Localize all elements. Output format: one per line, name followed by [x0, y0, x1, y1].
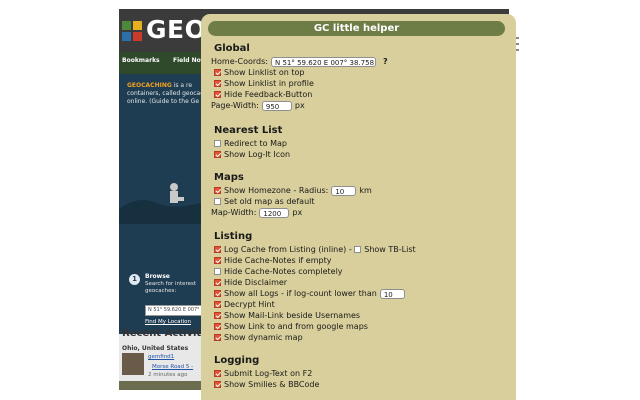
geocaching-logo-icon [122, 21, 142, 41]
linklist-link[interactable]: Linklist [248, 78, 276, 89]
page-width-input[interactable]: 950 [261, 100, 292, 111]
map-width-row: Map-Width: 1200 px [211, 207, 302, 218]
log-cache-inline-row[interactable]: Log Cache from Listing (inline) - Show T… [214, 244, 416, 255]
show-all-logs-row[interactable]: Show all Logs - if log-count lower than … [214, 288, 408, 299]
radius-unit: km [359, 186, 372, 195]
radius-input[interactable]: 10 [331, 185, 357, 196]
recent-user-link[interactable]: gemfind1 [148, 354, 174, 360]
map-width-input[interactable]: 1200 [259, 207, 290, 218]
map-width-unit: px [292, 208, 303, 217]
gc-little-helper-panel: GC little helper Global Home-Coords: N 5… [201, 14, 516, 400]
show-all-logs-checkbox[interactable] [214, 290, 221, 297]
show-linklist-top-row[interactable]: Show Linklist on top [214, 67, 304, 78]
google-maps-checkbox[interactable] [214, 323, 221, 330]
smilies-checkbox[interactable] [214, 381, 221, 388]
home-coords-label: Home-Coords: [211, 57, 268, 66]
section-maps-title: Maps [214, 172, 244, 183]
show-linklist-profile-row[interactable]: Show Linklist in profile [214, 78, 314, 89]
show-linklist-profile-checkbox[interactable] [214, 80, 221, 87]
recent-time: 2 minutes ago [148, 372, 188, 378]
hide-feedback-row[interactable]: Hide Feedback-Button [214, 89, 312, 100]
home-coords-input[interactable]: N 51° 59.620 E 007° 38.758 [270, 56, 376, 67]
section-nearest-title: Nearest List [214, 125, 283, 136]
decrypt-hint-row[interactable]: Decrypt Hint [214, 299, 275, 310]
hide-feedback-checkbox[interactable] [214, 91, 221, 98]
redirect-map-row[interactable]: Redirect to Map [214, 138, 287, 149]
log-it-icon-row[interactable]: Show Log-It Icon [214, 149, 290, 160]
nav-field-notes[interactable]: Field Not [173, 57, 204, 64]
help-icon[interactable]: ? [383, 56, 388, 67]
submit-log-checkbox[interactable] [214, 370, 221, 377]
page-width-unit: px [294, 101, 305, 110]
hide-disclaimer-checkbox[interactable] [214, 279, 221, 286]
recent-location: Ohio, United States [122, 345, 189, 352]
decrypt-hint-checkbox[interactable] [214, 301, 221, 308]
log-cache-inline-checkbox[interactable] [214, 246, 221, 253]
tb-list-checkbox[interactable] [354, 246, 362, 253]
section-global-title: Global [214, 43, 250, 54]
smilies-row[interactable]: Show Smilies & BBCode [214, 379, 319, 390]
old-map-row[interactable]: Set old map as default [214, 196, 315, 207]
browse-title: Browse [145, 273, 170, 280]
browse-step-number: 1 [129, 274, 140, 285]
old-map-checkbox[interactable] [214, 198, 221, 205]
hills-illustration [119, 183, 214, 224]
mail-link-row[interactable]: Show Mail-Link beside Usernames [214, 310, 360, 321]
log-it-icon-checkbox[interactable] [214, 151, 221, 158]
home-coords-row: Home-Coords: N 51° 59.620 E 007° 38.758 … [211, 56, 388, 67]
page-width-row: Page-Width: 950 px [211, 100, 305, 111]
site-sidebar: GEOCACHING is a re containers, called ge… [119, 74, 215, 348]
page-width-label: Page-Width: [211, 101, 259, 110]
submit-log-row[interactable]: Submit Log-Text on F2 [214, 368, 312, 379]
homezone-row[interactable]: Show Homezone - Radius: 10 km [214, 185, 372, 196]
dynamic-map-row[interactable]: Show dynamic map [214, 332, 303, 343]
hide-disclaimer-row[interactable]: Hide Disclaimer [214, 277, 287, 288]
show-linklist-top-checkbox[interactable] [214, 69, 221, 76]
redirect-map-checkbox[interactable] [214, 140, 221, 147]
hide-notes-checkbox[interactable] [214, 268, 221, 275]
section-listing-title: Listing [214, 231, 253, 242]
find-location-link[interactable]: Find My Location [145, 319, 191, 325]
map-width-label: Map-Width: [211, 208, 257, 217]
linklist-link[interactable]: Linklist [248, 67, 276, 78]
hide-notes-row[interactable]: Hide Cache-Notes completely [214, 266, 343, 277]
homezone-checkbox[interactable] [214, 187, 221, 194]
google-maps-row[interactable]: Show Link to and from google maps [214, 321, 368, 332]
section-logging-title: Logging [214, 355, 260, 366]
nav-bookmarks[interactable]: Bookmarks [122, 57, 160, 64]
log-count-input[interactable]: 10 [379, 288, 405, 299]
hide-notes-empty-row[interactable]: Hide Cache-Notes if empty [214, 255, 331, 266]
hide-notes-empty-checkbox[interactable] [214, 257, 221, 264]
dynamic-map-checkbox[interactable] [214, 334, 221, 341]
recent-cache-link[interactable]: Morse Road 5 - [152, 364, 193, 370]
recent-activity-title: Recent Activity [122, 328, 208, 339]
recent-avatar [122, 353, 144, 375]
mail-link-checkbox[interactable] [214, 312, 221, 319]
intro-text: GEOCACHING is a re containers, called ge… [127, 82, 204, 105]
panel-title: GC little helper [208, 21, 505, 36]
